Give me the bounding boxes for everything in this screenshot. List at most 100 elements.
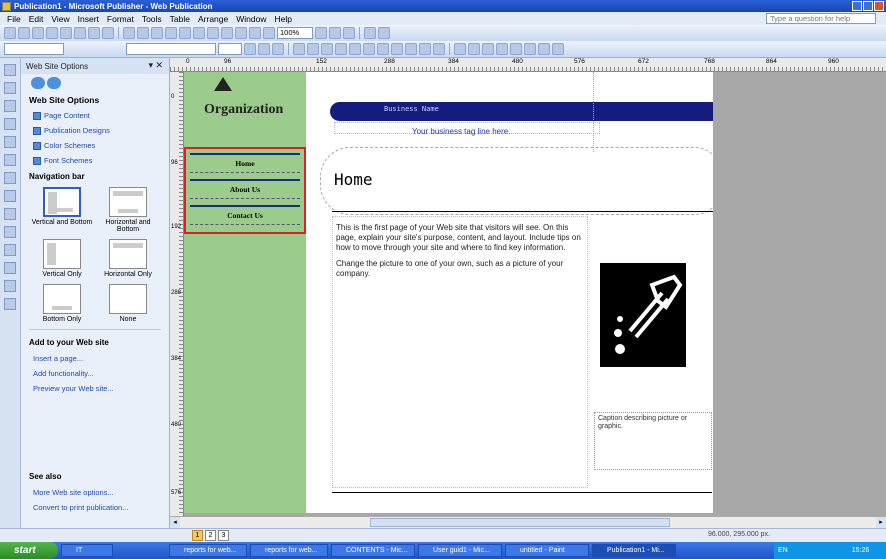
- organization-logo-icon[interactable]: [214, 77, 232, 91]
- line-style-icon[interactable]: [496, 43, 508, 55]
- page-2-button[interactable]: 2: [205, 530, 216, 541]
- taskbar-button[interactable]: untitled - Paint: [505, 544, 589, 557]
- font-select[interactable]: [126, 43, 216, 55]
- line-spacing-icon[interactable]: [349, 43, 361, 55]
- align-right-icon[interactable]: [321, 43, 333, 55]
- font-schemes-link[interactable]: Font Schemes: [21, 153, 169, 168]
- business-name[interactable]: Business Name: [384, 105, 439, 113]
- page-title[interactable]: Home: [334, 170, 373, 189]
- close-pane-icon[interactable]: ▾ ✕: [148, 60, 163, 71]
- restore-button[interactable]: [863, 1, 873, 11]
- menu-file[interactable]: File: [3, 14, 25, 24]
- horizontal-scrollbar[interactable]: ◂ ▸: [170, 516, 886, 528]
- print-icon[interactable]: [60, 27, 72, 39]
- form-control-tool-icon[interactable]: [4, 262, 16, 274]
- help-icon[interactable]: [343, 27, 355, 39]
- align-center-icon[interactable]: [307, 43, 319, 55]
- menu-help[interactable]: Help: [270, 14, 295, 24]
- zoom-out-icon[interactable]: [315, 27, 327, 39]
- zoom-in-icon[interactable]: [329, 27, 341, 39]
- bold-icon[interactable]: [244, 43, 256, 55]
- align-left-icon[interactable]: [293, 43, 305, 55]
- open-icon[interactable]: [18, 27, 30, 39]
- dash-style-icon[interactable]: [510, 43, 522, 55]
- spelling-icon[interactable]: [88, 27, 100, 39]
- publication-designs-link[interactable]: Publication Designs: [21, 123, 169, 138]
- body-text[interactable]: This is the first page of your Web site …: [336, 223, 586, 285]
- tagline[interactable]: Your business tag line here.: [412, 127, 510, 136]
- navigation-bar[interactable]: Home About Us Contact Us: [184, 147, 306, 234]
- menu-table[interactable]: Table: [166, 14, 194, 24]
- line-color-icon[interactable]: [468, 43, 480, 55]
- show-formatting-icon[interactable]: [263, 27, 275, 39]
- start-button[interactable]: start: [0, 542, 58, 559]
- page-3-button[interactable]: 3: [218, 530, 229, 541]
- publisher-app-icon[interactable]: [2, 1, 11, 11]
- back-arrow-icon[interactable]: [31, 77, 45, 89]
- html-fragment-tool-icon[interactable]: [4, 280, 16, 292]
- copy-icon[interactable]: [137, 27, 149, 39]
- arrow-tool-icon[interactable]: [4, 172, 16, 184]
- select-tool-icon[interactable]: [4, 64, 16, 76]
- clock[interactable]: 15:26: [852, 547, 870, 554]
- fill-color-icon[interactable]: [454, 43, 466, 55]
- forward-arrow-icon[interactable]: [47, 77, 61, 89]
- 3d-style-icon[interactable]: [552, 43, 564, 55]
- web-preview-icon[interactable]: [364, 27, 376, 39]
- publication-page[interactable]: Organization Business Name Your business…: [184, 72, 713, 513]
- taskbar-button[interactable]: IT: [61, 544, 113, 557]
- email-icon[interactable]: [46, 27, 58, 39]
- taskbar-button-active[interactable]: Publication1 - Mi...: [592, 544, 676, 557]
- decrease-font-icon[interactable]: [419, 43, 431, 55]
- research-icon[interactable]: [102, 27, 114, 39]
- cut-icon[interactable]: [123, 27, 135, 39]
- numbering-icon[interactable]: [363, 43, 375, 55]
- wordart-tool-icon[interactable]: [4, 118, 16, 130]
- send-back-icon[interactable]: [221, 27, 233, 39]
- menu-view[interactable]: View: [47, 14, 73, 24]
- table-tool-icon[interactable]: [4, 100, 16, 112]
- help-search-input[interactable]: Type a question for help: [766, 13, 876, 24]
- taskbar-button[interactable]: CONTENTS - Mic...: [331, 544, 415, 557]
- navbar-option-horizontal-bottom[interactable]: Horizontal and Bottom: [97, 187, 159, 233]
- hammer-picture[interactable]: [600, 263, 686, 367]
- menu-edit[interactable]: Edit: [25, 14, 48, 24]
- increase-font-icon[interactable]: [433, 43, 445, 55]
- columns-icon[interactable]: [249, 27, 261, 39]
- page-1-button[interactable]: 1: [192, 530, 203, 541]
- scroll-thumb[interactable]: [370, 518, 670, 527]
- format-painter-icon[interactable]: [165, 27, 177, 39]
- paste-icon[interactable]: [151, 27, 163, 39]
- horizontal-ruler[interactable]: 0 96 152 288 384 480 576 672 768 864 960: [170, 58, 886, 72]
- new-icon[interactable]: [4, 27, 16, 39]
- menu-window[interactable]: Window: [232, 14, 270, 24]
- oval-tool-icon[interactable]: [4, 190, 16, 202]
- taskbar-button[interactable]: reports for web...: [250, 544, 328, 557]
- scroll-right-icon[interactable]: ▸: [876, 517, 886, 528]
- arrow-style-icon[interactable]: [524, 43, 536, 55]
- hotspot-tool-icon[interactable]: [4, 244, 16, 256]
- print-preview-icon[interactable]: [74, 27, 86, 39]
- text-box-tool-icon[interactable]: [4, 82, 16, 94]
- close-button[interactable]: [874, 1, 884, 11]
- font-color-icon[interactable]: [482, 43, 494, 55]
- redo-icon[interactable]: [193, 27, 205, 39]
- insert-page-link[interactable]: Insert a page...: [21, 351, 169, 366]
- page-content-link[interactable]: Page Content: [21, 108, 169, 123]
- convert-to-print-link[interactable]: Convert to print publication...: [21, 500, 170, 515]
- decrease-indent-icon[interactable]: [391, 43, 403, 55]
- task-pane-header[interactable]: Web Site Options ▾ ✕: [21, 58, 169, 74]
- undo-icon[interactable]: [179, 27, 191, 39]
- underline-icon[interactable]: [272, 43, 284, 55]
- bullets-icon[interactable]: [377, 43, 389, 55]
- style-select[interactable]: [4, 43, 64, 55]
- increase-indent-icon[interactable]: [405, 43, 417, 55]
- vertical-ruler[interactable]: 0 96 192 288 384 480 576: [170, 72, 184, 528]
- navbar-option-vertical-only[interactable]: Vertical Only: [31, 239, 93, 278]
- picture-caption[interactable]: Caption describing picture or graphic.: [598, 415, 708, 431]
- menu-tools[interactable]: Tools: [138, 14, 166, 24]
- shadow-style-icon[interactable]: [538, 43, 550, 55]
- justify-icon[interactable]: [335, 43, 347, 55]
- design-gallery-tool-icon[interactable]: [4, 298, 16, 310]
- menu-insert[interactable]: Insert: [74, 14, 103, 24]
